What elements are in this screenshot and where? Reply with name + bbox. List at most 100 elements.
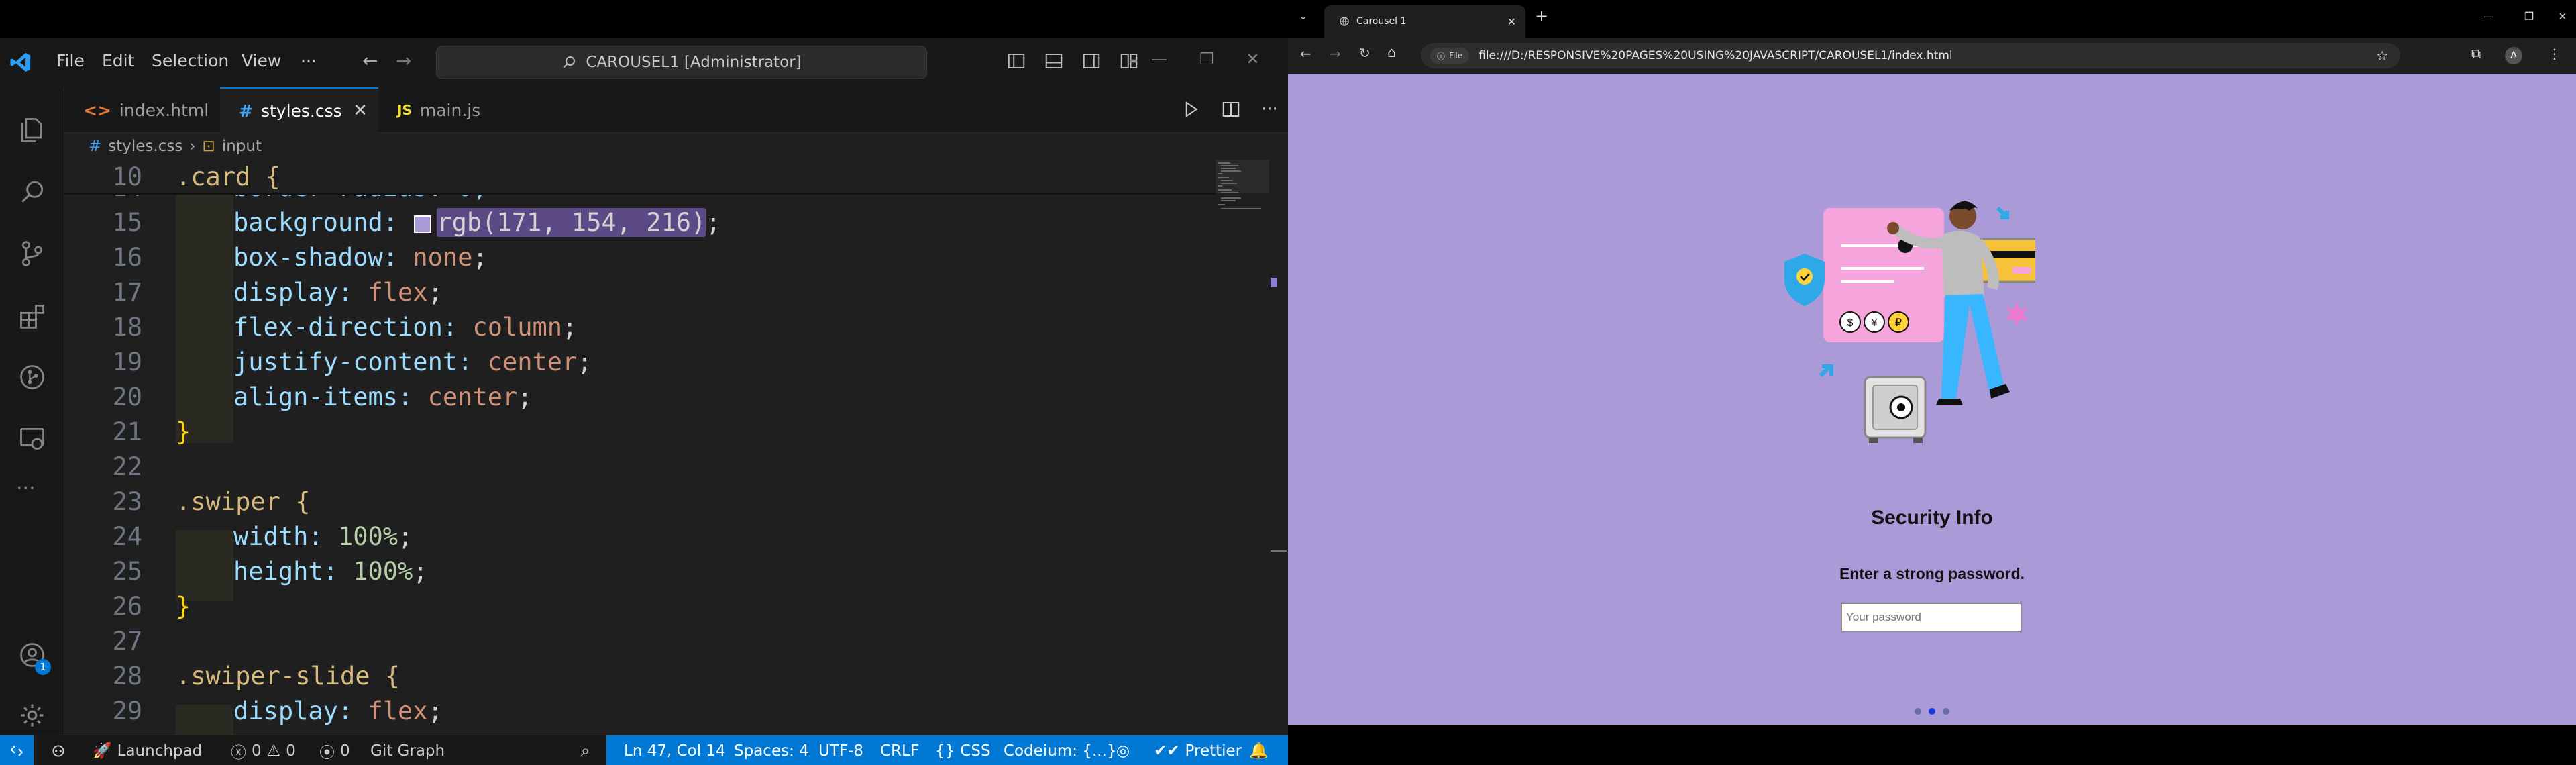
line-number: 19 [112,348,142,376]
prettier-item[interactable]: ✔✔ Prettier [1154,735,1242,765]
search-icon[interactable] [17,177,47,207]
line-number: 20 [112,382,142,411]
manage-gear-icon[interactable] [17,701,47,730]
activity-bar: ··· 1 [0,87,64,735]
notifications-bell-icon[interactable]: 🔔 [1249,735,1269,765]
currency-yen: ¥ [1871,317,1878,329]
cursor-position[interactable]: Ln 47, Col 14 [624,735,726,765]
site-info-chip[interactable]: ⓘ File [1430,47,1470,64]
css-file-icon: # [89,138,102,155]
code-line: background: rgb(171, 154, 216); [233,208,721,237]
slide-title: Security Info [1871,507,1993,529]
extensions-icon[interactable] [17,301,47,330]
pagination-dot[interactable] [1943,708,1949,715]
language-mode[interactable]: {} CSS [935,735,991,765]
remote-indicator[interactable] [0,735,34,765]
new-tab-icon[interactable]: + [1535,7,1548,26]
browser-tab-strip: ⌄ Carousel 1 ✕ + — ❐ ✕ [1288,0,2576,38]
password-input[interactable] [1841,603,2022,632]
color-swatch[interactable] [414,215,432,233]
menu-selection[interactable]: Selection [152,51,229,70]
line-number: 26 [112,592,142,621]
copilot-status-icon[interactable]: ◎ [1116,735,1130,765]
tab-index-html[interactable]: <> index.html [64,87,220,133]
problems-item[interactable]: ⓧ 0 ⚠ 0 [231,735,296,765]
customize-layout-icon[interactable] [1119,51,1139,71]
pagination-dot[interactable] [1915,708,1921,715]
close-tab-icon[interactable]: ✕ [1507,15,1516,28]
zoom-icon[interactable]: ⌕ [581,735,590,765]
rocket-icon: 🚀 [93,742,112,760]
back-arrow-icon[interactable]: ← [1300,46,1311,62]
menu-edit[interactable]: Edit [102,51,134,70]
code-line: box-shadow: none; [233,243,488,272]
home-icon[interactable]: ⌂ [1387,44,1396,60]
line-number: 25 [112,557,142,586]
vscode-window: File Edit Selection View ··· ← → CAROUSE… [0,0,1288,765]
minimize-icon[interactable]: — [2469,0,2509,32]
git-graph-icon[interactable] [17,362,47,392]
close-tab-icon[interactable]: ✕ [353,101,368,121]
minimize-icon[interactable]: — [1151,50,1167,68]
more-views-icon[interactable]: ··· [16,476,36,500]
menu-kebab-icon[interactable]: ⋮ [2548,46,2561,62]
git-graph-item[interactable]: Git Graph [370,735,445,765]
run-icon[interactable] [1181,99,1201,119]
semicolon: ; [472,243,488,272]
more-actions-icon[interactable]: ··· [1261,99,1278,119]
address-bar[interactable]: ⓘ File file:///D:/RESPONSIVE%20PAGES%20US… [1421,43,2400,68]
tab-search-chevron-icon[interactable]: ⌄ [1299,9,1307,22]
toggle-panel-icon[interactable] [1044,51,1064,71]
breadcrumb-file[interactable]: styles.css [108,138,182,155]
braces-icon: {} [935,742,955,760]
close-window-icon[interactable]: ✕ [2542,0,2576,32]
command-center-label: CAROUSEL1 [Administrator] [586,54,802,71]
code-line: .card { [176,162,280,191]
back-arrow-icon[interactable]: ← [362,50,378,72]
close-window-icon[interactable]: ✕ [1246,50,1260,68]
status-bar: 🚀 Launchpad ⓧ 0 ⚠ 0 ⦿ 0 Git Graph ⌕ Ln 47, Co… [0,735,1288,765]
indentation[interactable]: Spaces: 4 [734,735,809,765]
menu-view[interactable]: View [241,51,281,70]
extensions-icon[interactable]: ⧉ [2471,46,2481,62]
forward-arrow-icon[interactable]: → [396,50,411,72]
value: 100% [337,522,398,551]
browser-tab-carousel[interactable]: Carousel 1 ✕ [1324,5,1525,38]
code-line: justify-content: center; [233,348,592,376]
code-line: .swiper-slide { [176,662,400,691]
css-file-icon: # [239,101,253,121]
value: flex [368,278,428,307]
code-editor[interactable]: 10 .card { 14 border-radius: 0; 15 backg… [64,160,1288,735]
source-control-icon[interactable] [17,239,47,268]
reload-icon[interactable]: ↻ [1359,45,1371,61]
command-center[interactable]: CAROUSEL1 [Administrator] [436,46,927,79]
minimap[interactable] [1216,160,1269,240]
maximize-icon[interactable]: ❐ [1199,50,1214,68]
line-ending[interactable]: CRLF [880,735,919,765]
toggle-secondary-sidebar-icon[interactable] [1081,51,1102,71]
profile-avatar[interactable]: A [2505,47,2522,64]
menu-file[interactable]: File [56,51,85,70]
copilot-icon[interactable] [50,735,67,765]
menu-more[interactable]: ··· [301,51,317,70]
tab-main-js[interactable]: JS main.js [378,87,534,133]
remote-explorer-icon[interactable] [17,424,47,454]
encoding[interactable]: UTF-8 [818,735,863,765]
value: center [427,382,518,411]
tab-styles-css[interactable]: # styles.css ✕ [220,87,378,133]
line-number: 17 [112,278,142,307]
codeium-status[interactable]: Codeium: {...} [1004,735,1117,765]
split-editor-icon[interactable] [1221,99,1241,119]
forward-arrow-icon[interactable]: → [1330,46,1341,62]
tab-label: main.js [419,100,481,120]
pagination-dot-active[interactable] [1929,708,1935,715]
toggle-primary-sidebar-icon[interactable] [1006,51,1026,71]
bookmark-star-icon[interactable]: ☆ [2376,48,2388,64]
breadcrumb-symbol[interactable]: input [222,138,262,155]
launchpad-item[interactable]: 🚀 Launchpad [93,735,202,765]
explorer-icon[interactable] [17,115,47,145]
ports-item[interactable]: ⦿ 0 [319,735,350,765]
semicolon: ; [562,313,578,342]
accounts-badge: 1 [35,659,51,675]
window-controls: — ❐ ✕ [1151,50,1260,68]
